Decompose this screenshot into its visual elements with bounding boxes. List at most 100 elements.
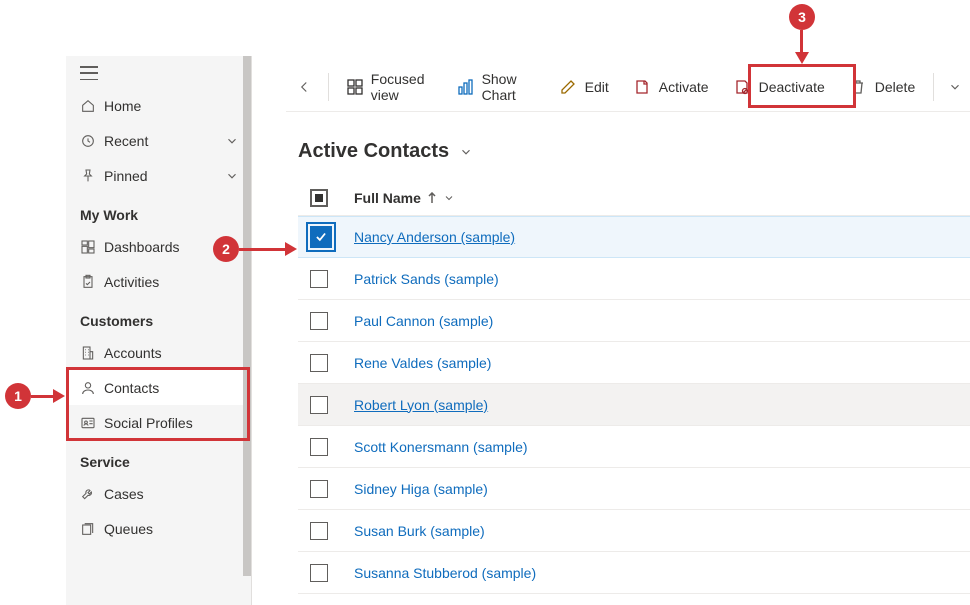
delete-label: Delete <box>875 79 915 95</box>
contact-name-link[interactable]: Sidney Higa (sample) <box>354 481 488 497</box>
sidebar-item-queues[interactable]: Queues <box>66 511 251 546</box>
pin-icon <box>80 168 104 184</box>
sidebar-item-home[interactable]: Home <box>66 88 251 123</box>
callout-badge-1: 1 <box>5 383 31 409</box>
callout-arrowhead-1 <box>53 389 65 403</box>
sidebar-item-label: Contacts <box>104 380 239 396</box>
activate-label: Activate <box>659 79 709 95</box>
row-checkbox[interactable] <box>310 226 332 248</box>
delete-icon <box>849 78 867 96</box>
sidebar-item-label: Activities <box>104 274 239 290</box>
contact-name-link[interactable]: Susan Burk (sample) <box>354 523 485 539</box>
sidebar-item-pinned[interactable]: Pinned <box>66 158 251 193</box>
chevron-down-icon <box>225 134 239 148</box>
contact-name-link[interactable]: Rene Valdes (sample) <box>354 355 491 371</box>
show-chart-button[interactable]: Show Chart <box>446 69 547 105</box>
callout-arrow-3 <box>800 30 803 54</box>
back-button[interactable] <box>286 69 322 105</box>
sidebar-item-accounts[interactable]: Accounts <box>66 335 251 370</box>
sidebar-item-contacts[interactable]: Contacts <box>66 370 251 405</box>
row-checkbox[interactable] <box>310 396 328 414</box>
main-area: Focused view Show Chart Edit Activate <box>252 56 970 605</box>
edit-icon <box>559 78 577 96</box>
sidebar-item-recent[interactable]: Recent <box>66 123 251 158</box>
wrench-icon <box>80 486 104 502</box>
hamburger-icon <box>80 66 98 80</box>
column-header-fullname[interactable]: Full Name <box>354 190 455 206</box>
table-header: Full Name <box>298 180 970 216</box>
table-row[interactable]: Scott Konersmann (sample) <box>298 426 970 468</box>
view-title-text: Active Contacts <box>298 140 449 163</box>
sidebar-item-cases[interactable]: Cases <box>66 476 251 511</box>
edit-label: Edit <box>585 79 609 95</box>
sidebar-scrollbar-thumb[interactable] <box>243 56 251 576</box>
sidebar-item-label: Social Profiles <box>104 415 239 431</box>
sidebar-item-label: Pinned <box>104 168 225 184</box>
callout-badge-3: 3 <box>789 4 815 30</box>
sidebar-item-label: Home <box>104 98 239 114</box>
table-row[interactable]: Patrick Sands (sample) <box>298 258 970 300</box>
row-checkbox[interactable] <box>310 480 328 498</box>
table-row[interactable]: Robert Lyon (sample) <box>298 384 970 426</box>
table-row[interactable]: Susanna Stubberod (sample) <box>298 552 970 594</box>
sidebar-item-label: Queues <box>104 521 239 537</box>
chevron-down-icon <box>946 78 964 96</box>
sidebar-item-label: Cases <box>104 486 239 502</box>
callout-arrow-1 <box>31 395 55 398</box>
column-header-label: Full Name <box>354 190 421 206</box>
callout-arrowhead-3 <box>795 52 809 64</box>
show-chart-label: Show Chart <box>482 71 535 103</box>
sort-asc-icon <box>427 192 437 204</box>
clock-icon <box>80 133 104 149</box>
sidebar-section-my-work: My Work <box>66 193 251 229</box>
contact-name-link[interactable]: Robert Lyon (sample) <box>354 397 488 413</box>
contact-name-link[interactable]: Paul Cannon (sample) <box>354 313 493 329</box>
edit-button[interactable]: Edit <box>547 69 621 105</box>
table-row[interactable]: Susan Burk (sample) <box>298 510 970 552</box>
contact-name-link[interactable]: Scott Konersmann (sample) <box>354 439 528 455</box>
chevron-down-icon <box>459 145 473 159</box>
dashboard-icon <box>80 239 104 255</box>
row-checkbox[interactable] <box>310 522 328 540</box>
chevron-down-icon <box>225 169 239 183</box>
contact-name-link[interactable]: Nancy Anderson (sample) <box>354 229 515 245</box>
select-all-checkbox[interactable] <box>310 189 328 207</box>
row-checkbox[interactable] <box>310 438 328 456</box>
deactivate-label: Deactivate <box>759 79 825 95</box>
table-row[interactable]: Paul Cannon (sample) <box>298 300 970 342</box>
person-icon <box>80 380 104 396</box>
contact-name-link[interactable]: Patrick Sands (sample) <box>354 271 499 287</box>
home-icon <box>80 98 104 114</box>
sidebar-item-social-profiles[interactable]: Social Profiles <box>66 405 251 440</box>
sidebar-item-label: Accounts <box>104 345 239 361</box>
focused-view-button[interactable]: Focused view <box>335 69 446 105</box>
id-icon <box>80 415 104 431</box>
row-checkbox[interactable] <box>310 564 328 582</box>
command-bar: Focused view Show Chart Edit Activate <box>286 62 970 112</box>
show-chart-icon <box>458 78 474 96</box>
hamburger-button[interactable] <box>66 56 251 88</box>
contacts-table: Full Name Nancy Anderson (sample) Patric… <box>298 180 970 594</box>
callout-badge-2: 2 <box>213 236 239 262</box>
row-checkbox[interactable] <box>310 312 328 330</box>
table-row[interactable]: Rene Valdes (sample) <box>298 342 970 384</box>
table-row[interactable]: Sidney Higa (sample) <box>298 468 970 510</box>
sidebar-item-activities[interactable]: Activities <box>66 264 251 299</box>
deactivate-button[interactable]: Deactivate <box>721 69 837 105</box>
queue-icon <box>80 521 104 537</box>
table-row[interactable]: Nancy Anderson (sample) <box>298 216 970 258</box>
sidebar: Home Recent Pinned My Work Dashboards Ac… <box>66 56 252 605</box>
row-checkbox[interactable] <box>310 354 328 372</box>
chevron-down-icon <box>443 192 455 204</box>
sidebar-scrollbar[interactable] <box>243 56 251 605</box>
view-selector[interactable]: Active Contacts <box>298 140 473 163</box>
delete-button[interactable]: Delete <box>837 69 927 105</box>
sidebar-section-service: Service <box>66 440 251 476</box>
focused-view-icon <box>347 78 363 96</box>
row-checkbox[interactable] <box>310 270 328 288</box>
activate-button[interactable]: Activate <box>621 69 721 105</box>
clipboard-icon <box>80 274 104 290</box>
toolbar-overflow-button[interactable] <box>940 69 970 105</box>
contact-name-link[interactable]: Susanna Stubberod (sample) <box>354 565 536 581</box>
sidebar-item-label: Recent <box>104 133 225 149</box>
